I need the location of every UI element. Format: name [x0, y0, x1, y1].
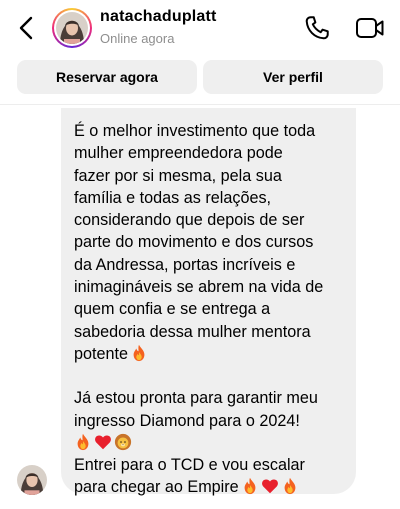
- heart-emoji-icon: [261, 479, 278, 494]
- chat-header: natachaduplatt Online agora: [0, 0, 400, 56]
- message-text: É o melhor investimento que toda mulher …: [74, 120, 346, 499]
- book-now-button[interactable]: Reservar agora: [17, 60, 197, 94]
- fire-emoji-icon: [244, 478, 256, 495]
- header-divider: [0, 104, 400, 105]
- fire-emoji-icon: [77, 433, 89, 450]
- emoji-row: [74, 432, 132, 454]
- message-bubble[interactable]: É o melhor investimento que toda mulher …: [61, 108, 356, 496]
- sender-avatar[interactable]: [17, 465, 47, 495]
- lion-emoji-icon: [114, 433, 132, 450]
- call-button[interactable]: [303, 14, 331, 42]
- fire-emoji-icon: [133, 344, 145, 362]
- video-call-button[interactable]: [355, 15, 385, 41]
- message-paragraph-2: Já estou pronta para garantir meu ingres…: [74, 389, 318, 430]
- online-status: Online agora: [100, 31, 175, 46]
- contact-username[interactable]: natachaduplatt: [100, 8, 217, 26]
- message-paragraph-1: É o melhor investimento que toda mulher …: [74, 122, 324, 363]
- profile-avatar[interactable]: [52, 8, 92, 48]
- chevron-left-icon: [19, 16, 33, 40]
- profile-actions: Reservar agora Ver perfil: [17, 60, 383, 94]
- heart-emoji-icon: [95, 435, 111, 450]
- back-button[interactable]: [14, 14, 38, 42]
- fire-emoji-icon: [284, 478, 296, 495]
- video-camera-icon: [356, 18, 384, 38]
- phone-icon: [305, 16, 329, 40]
- view-profile-button[interactable]: Ver perfil: [203, 60, 383, 94]
